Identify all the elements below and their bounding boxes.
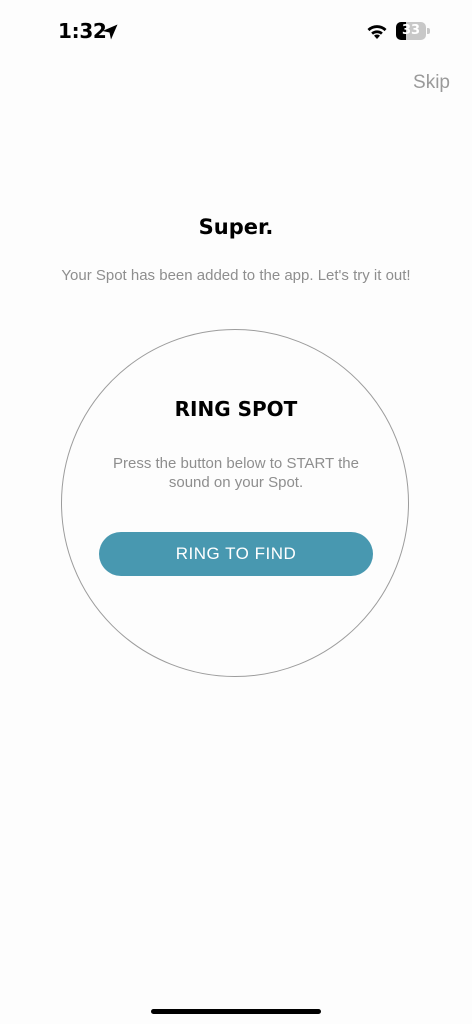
ring-spot-circle [61, 329, 409, 677]
ring-spot-title: RING SPOT [174, 397, 298, 421]
home-indicator[interactable] [151, 1009, 321, 1014]
location-arrow-icon [102, 24, 118, 40]
battery-cap [427, 28, 430, 34]
skip-button[interactable]: Skip [413, 72, 450, 94]
page-subtitle: Your Spot has been added to the app. Let… [61, 267, 411, 284]
page-title: Super. [198, 215, 274, 239]
wifi-icon [367, 25, 387, 39]
battery-level: 33 [401, 23, 421, 38]
battery-body: 33 [396, 22, 426, 40]
ring-spot-description: Press the button below to START the soun… [113, 455, 359, 491]
onboarding-screen: 1:32 33 Skip Super. Your Spot has been a… [0, 0, 472, 1024]
battery-icon: 33 [396, 22, 430, 40]
status-time: 1:32 [58, 19, 107, 43]
ring-to-find-button[interactable]: RING TO FIND [99, 532, 373, 576]
